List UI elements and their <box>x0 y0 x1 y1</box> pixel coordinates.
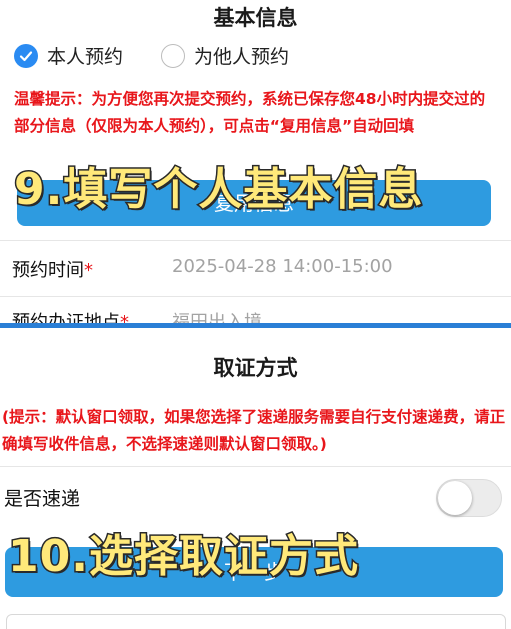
booking-type-radio-group: 本人预约 为他人预约 <box>14 42 327 69</box>
step10-overlay-caption: 10.选择取证方式 <box>7 530 360 584</box>
step9-overlay-caption: 9.填写个人基本信息 <box>12 163 424 217</box>
required-mark: * <box>84 260 93 281</box>
booking-place-row[interactable]: 预约办证地点* 福田出入境 <box>0 296 511 325</box>
toggle-knob <box>438 481 472 515</box>
partial-input-box <box>6 614 506 629</box>
pickup-title: 取证方式 <box>213 356 298 380</box>
booking-time-label: 预约时间* <box>12 260 93 281</box>
express-row: 是否速递 <box>0 466 511 524</box>
booking-time-value: 2025-04-28 14:00-15:00 <box>172 256 393 277</box>
express-label: 是否速递 <box>4 488 81 510</box>
pickup-tip: (提示：默认窗口领取，如果您选择了速递服务需要自行支付速递费，请正确填写收件信息… <box>2 408 506 453</box>
basic-info-title: 基本信息 <box>213 6 298 30</box>
reuse-info-tip: 温馨提示：为方便您再次提交预约，系统已保存您48小时内提交过的部分信息（仅限为本… <box>14 90 486 135</box>
booking-time-row[interactable]: 预约时间* 2025-04-28 14:00-15:00 <box>0 240 511 296</box>
radio-self-label: 本人预约 <box>47 46 124 68</box>
radio-other-label: 为他人预约 <box>194 46 290 68</box>
express-toggle[interactable] <box>436 479 502 517</box>
radio-unchecked-icon <box>161 43 186 68</box>
radio-self[interactable]: 本人预约 <box>14 42 123 69</box>
radio-other[interactable]: 为他人预约 <box>161 42 289 69</box>
radio-checked-icon <box>14 43 38 68</box>
